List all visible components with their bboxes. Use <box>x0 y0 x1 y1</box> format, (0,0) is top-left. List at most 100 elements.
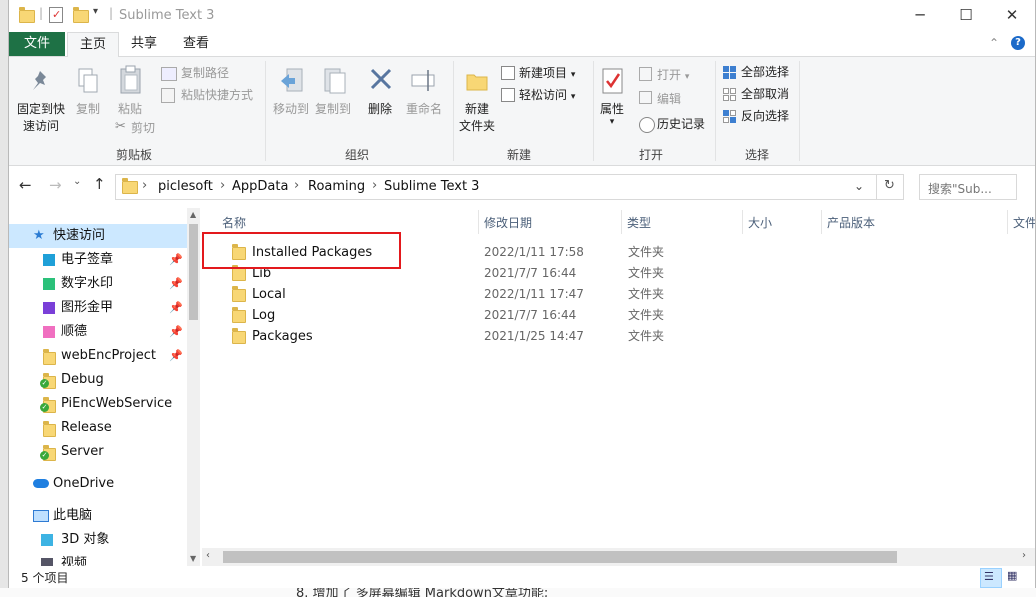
column-divider[interactable] <box>821 210 822 234</box>
rename-button[interactable]: 重命名 <box>403 100 445 117</box>
properties-button[interactable]: 属性 ▾ <box>595 100 629 127</box>
copy-to-button[interactable]: 复制到 <box>313 100 353 117</box>
paste-shortcut-icon <box>161 88 175 103</box>
back-arrow-icon[interactable]: ← <box>19 176 32 194</box>
history-button[interactable]: 历史记录 <box>657 114 705 134</box>
horizontal-scrollbar-thumb[interactable] <box>223 551 897 563</box>
column-date-modified[interactable]: 修改日期 <box>484 214 532 231</box>
pin-icon[interactable]: 📌 <box>169 296 183 320</box>
pin-icon[interactable]: 📌 <box>169 320 183 344</box>
tab-home[interactable]: 主页 <box>67 32 119 58</box>
pin-icon[interactable]: 📌 <box>169 248 183 272</box>
nav-item-debug[interactable]: ✓ Debug <box>9 368 187 392</box>
column-product-version[interactable]: 产品版本 <box>827 214 875 231</box>
tab-file[interactable]: 文件 <box>9 32 65 56</box>
maximize-button[interactable]: ☐ <box>943 0 989 30</box>
up-arrow-icon[interactable]: ↑ <box>93 175 106 193</box>
details-view-button[interactable]: ☰ <box>980 568 1002 588</box>
collapse-ribbon-icon[interactable]: ⌃ <box>989 36 999 50</box>
breadcrumb-chevron-icon[interactable]: › <box>372 178 377 193</box>
column-size[interactable]: 大小 <box>748 214 772 231</box>
tab-share[interactable]: 共享 <box>121 32 167 56</box>
clipboard-group-label: 剪贴板 <box>115 148 152 162</box>
nav-item-shunde[interactable]: 顺德 📌 <box>9 320 187 344</box>
refresh-button[interactable]: ↻ <box>876 174 904 200</box>
table-row[interactable]: Packages 2021/1/25 14:47 文件夹 <box>210 326 1010 347</box>
nav-item-piencwebservice[interactable]: ✓ PiEncWebService <box>9 392 187 416</box>
recent-locations-icon[interactable]: ⌄ <box>73 176 81 187</box>
select-group-label: 选择 <box>744 148 769 162</box>
forward-arrow-icon[interactable]: → <box>49 176 62 194</box>
nav-item-server[interactable]: ✓ Server <box>9 440 187 464</box>
edit-button[interactable]: 编辑 <box>657 89 681 109</box>
copy-path-button[interactable]: 复制路径 <box>181 63 229 83</box>
file-date: 2021/7/7 16:44 <box>484 308 577 322</box>
nav-item-dianziqianzhang[interactable]: 电子签章 📌 <box>9 248 187 272</box>
nav-3d-objects[interactable]: 3D 对象 <box>9 528 187 552</box>
paste-button[interactable]: 粘贴 <box>115 100 145 117</box>
address-box[interactable]: › piclesoft › AppData › Roaming › Sublim… <box>115 174 877 200</box>
nav-item-tuxingjinjia[interactable]: 图形金甲 📌 <box>9 296 187 320</box>
nav-item-release[interactable]: Release <box>9 416 187 440</box>
copy-button[interactable]: 复制 <box>73 100 103 117</box>
easy-access-button[interactable]: 轻松访问 ▾ <box>519 85 575 105</box>
pin-icon[interactable]: 📌 <box>169 344 183 368</box>
properties-quick-icon[interactable]: ✓ <box>49 7 63 23</box>
table-row[interactable]: Log 2021/7/7 16:44 文件夹 <box>210 305 1010 326</box>
help-icon[interactable]: ? <box>1011 36 1025 50</box>
column-divider[interactable] <box>621 210 622 234</box>
nav-videos[interactable]: 视频 <box>9 552 187 566</box>
address-dropdown-icon[interactable]: ⌄ <box>854 179 864 193</box>
column-divider[interactable] <box>1007 210 1008 234</box>
large-icons-view-button[interactable]: ▦ <box>1004 568 1024 586</box>
nav-quick-access[interactable]: ★ 快速访问 <box>9 224 187 248</box>
breadcrumb-appdata[interactable]: AppData <box>232 179 288 194</box>
new-folder-button[interactable]: 新建 文件夹 <box>455 100 499 134</box>
horizontal-scrollbar[interactable]: ‹ › <box>202 548 1035 566</box>
nav-this-pc[interactable]: 此电脑 <box>9 504 187 528</box>
column-name[interactable]: 名称 <box>222 214 246 231</box>
open-button[interactable]: 打开 ▾ <box>657 65 689 85</box>
pin-quick-access-button[interactable]: 固定到快 速访问 <box>15 100 67 134</box>
pin-label-line1: 固定到快 <box>16 102 65 116</box>
scroll-left-icon[interactable]: ‹ <box>206 550 210 561</box>
file-date: 2021/1/25 14:47 <box>484 329 584 343</box>
nav-item-shuziyin[interactable]: 数字水印 📌 <box>9 272 187 296</box>
new-item-button[interactable]: 新建项目 ▾ <box>519 63 575 83</box>
customize-quick-access-icon[interactable]: ▾ <box>93 6 98 17</box>
column-divider[interactable] <box>742 210 743 234</box>
pin-icon[interactable]: 📌 <box>169 272 183 296</box>
cut-button[interactable]: 剪切 <box>131 118 155 138</box>
scroll-right-icon[interactable]: › <box>1022 550 1026 561</box>
move-to-button[interactable]: 移动到 <box>271 100 311 117</box>
properties-label: 属性 <box>599 102 624 116</box>
breadcrumb-chevron-icon[interactable]: › <box>294 178 299 193</box>
column-divider[interactable] <box>478 210 479 234</box>
scroll-down-icon[interactable]: ▼ <box>190 554 196 563</box>
nav-onedrive[interactable]: OneDrive <box>9 472 187 496</box>
paste-shortcut-button[interactable]: 粘贴快捷方式 <box>181 85 253 105</box>
new-item-label: 新建项目 <box>519 66 568 80</box>
column-type[interactable]: 类型 <box>627 214 651 231</box>
select-all-button[interactable]: 全部选择 <box>741 62 789 82</box>
close-button[interactable]: ✕ <box>989 0 1035 30</box>
tab-view[interactable]: 查看 <box>173 32 219 56</box>
nav-scrollbar-thumb[interactable] <box>189 224 198 320</box>
nav-item-webencproject[interactable]: webEncProject 📌 <box>9 344 187 368</box>
column-file[interactable]: 文件 <box>1013 214 1035 231</box>
table-row[interactable]: Local 2022/1/11 17:47 文件夹 <box>210 284 1010 305</box>
select-none-button[interactable]: 全部取消 <box>741 84 789 104</box>
breadcrumb-piclesoft[interactable]: piclesoft <box>158 179 213 194</box>
scroll-up-icon[interactable]: ▲ <box>190 210 196 219</box>
delete-button[interactable]: 删除 <box>365 100 395 117</box>
breadcrumb-sublime[interactable]: Sublime Text 3 <box>384 179 479 194</box>
breadcrumb-chevron-icon[interactable]: › <box>142 178 147 193</box>
invert-selection-icon <box>723 110 736 123</box>
search-input[interactable]: 搜索"Sub... <box>919 174 1017 200</box>
desktop-background <box>0 0 8 597</box>
nav-item-label: webEncProject <box>61 348 156 363</box>
breadcrumb-chevron-icon[interactable]: › <box>220 178 225 193</box>
minimize-button[interactable]: ─ <box>897 0 943 30</box>
invert-selection-button[interactable]: 反向选择 <box>741 106 789 126</box>
breadcrumb-roaming[interactable]: Roaming <box>308 179 365 194</box>
